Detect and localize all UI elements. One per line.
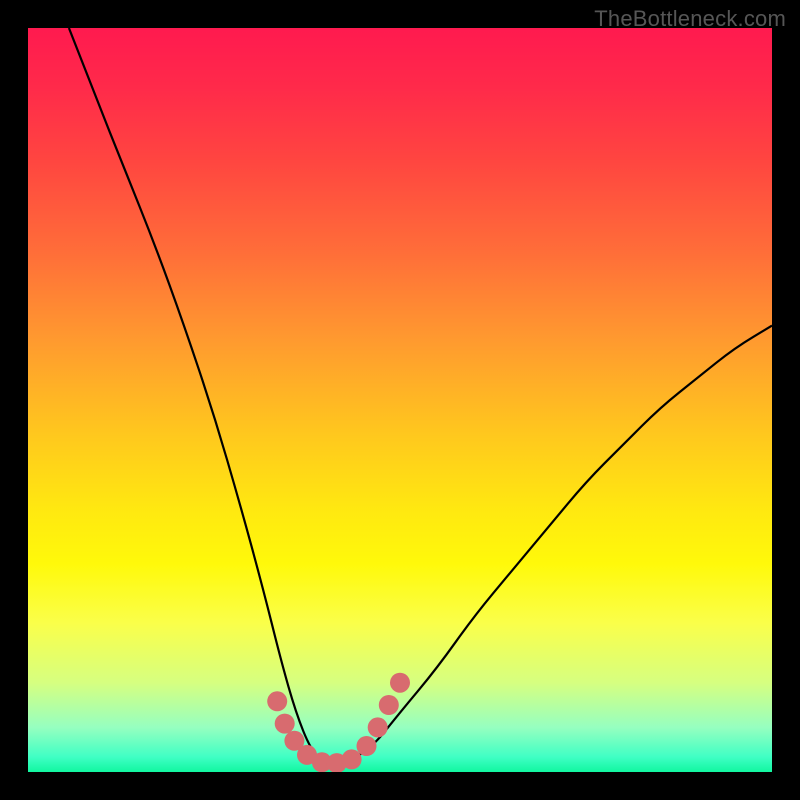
- curve-marker: [357, 736, 377, 756]
- curve-marker: [390, 673, 410, 693]
- curve-marker: [368, 717, 388, 737]
- curve-marker: [312, 752, 332, 772]
- curve-marker: [275, 714, 295, 734]
- plot-area: [28, 28, 772, 772]
- bottleneck-curve-path: [69, 28, 772, 765]
- chart-frame: TheBottleneck.com: [0, 0, 800, 800]
- curve-markers: [267, 673, 410, 772]
- curve-marker: [267, 691, 287, 711]
- curve-marker: [379, 695, 399, 715]
- curve-marker: [284, 731, 304, 751]
- curve-marker: [327, 753, 347, 772]
- curve-marker: [297, 745, 317, 765]
- watermark-text: TheBottleneck.com: [594, 6, 786, 32]
- curve-svg: [28, 28, 772, 772]
- curve-marker: [342, 749, 362, 769]
